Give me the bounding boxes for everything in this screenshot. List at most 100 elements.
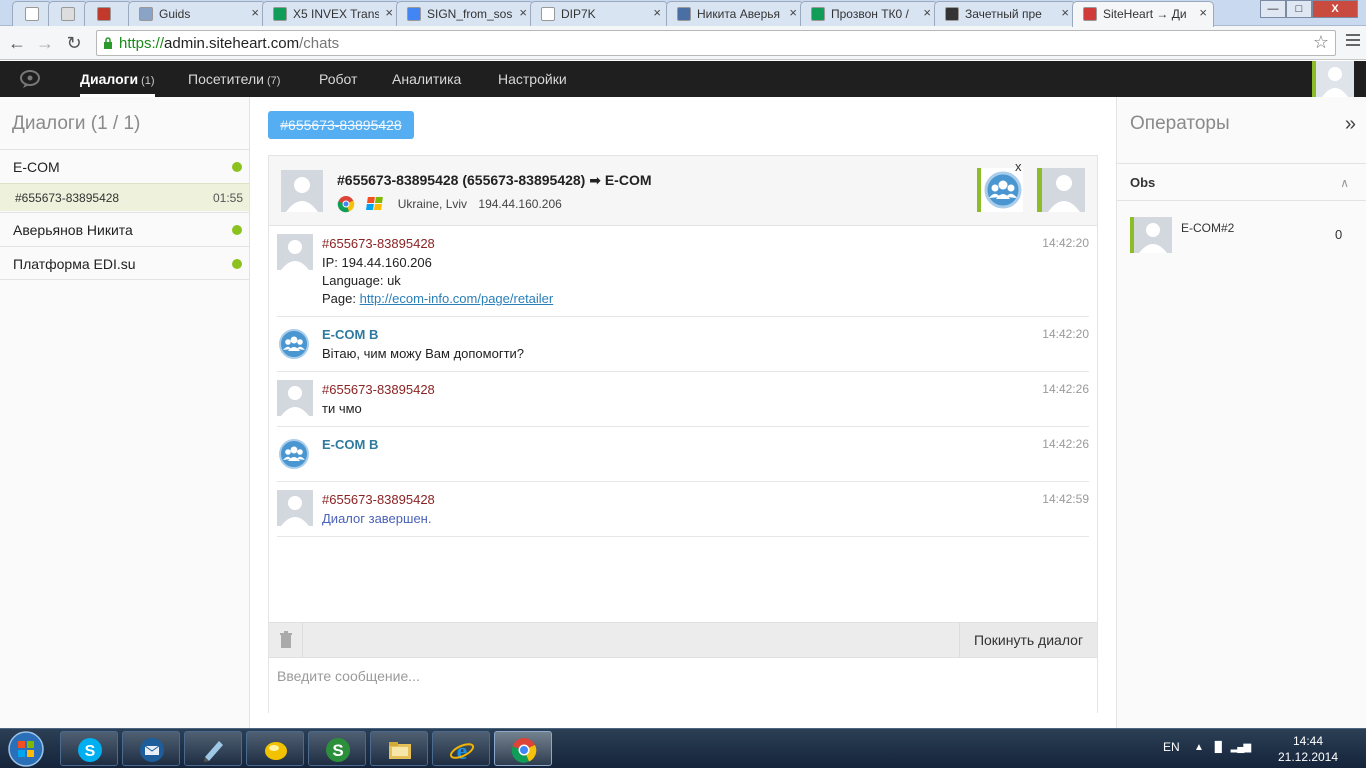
lock-icon	[104, 37, 112, 49]
explorer-icon	[389, 742, 411, 759]
close-tab-icon[interactable]: ×	[251, 6, 259, 20]
nav-dialogs[interactable]: Диалоги (1)	[80, 61, 155, 97]
trash-icon[interactable]	[269, 623, 303, 658]
dialog-duration: 01:55	[212, 191, 243, 205]
tab-title: Прозвон ТК0 /	[831, 7, 909, 21]
close-tab-icon[interactable]: ×	[1061, 6, 1069, 20]
nav-robot[interactable]: Робот	[319, 61, 357, 97]
maximize-window-button[interactable]: □	[1286, 0, 1312, 18]
keyboard-language[interactable]: EN	[1163, 740, 1180, 754]
browser-tab[interactable]: Guids ×	[128, 1, 266, 26]
reload-button[interactable]: ↻	[63, 32, 85, 54]
browser-tab[interactable]: SIGN_from_sos ×	[396, 1, 534, 26]
close-operator-x[interactable]: x	[1015, 159, 1022, 174]
minimize-window-button[interactable]: —	[1260, 0, 1286, 18]
message-body: IP: 194.44.160.206 Language: uk Page: ht…	[322, 254, 553, 308]
taskbar-skype[interactable]: S	[60, 731, 118, 766]
browser-tab[interactable]: Зачетный пре ×	[934, 1, 1076, 26]
browser-tab[interactable]: X5 INVEX Trans ×	[262, 1, 400, 26]
chrome-browser-icon	[337, 195, 355, 213]
user-avatar[interactable]	[1312, 61, 1354, 97]
tray-expand-icon[interactable]: ▲	[1194, 742, 1204, 753]
taskbar-notepad[interactable]	[184, 731, 242, 766]
browser-tab[interactable]: SiteHeart → Ди ×	[1072, 1, 1214, 27]
message-author: #655673-83895428	[322, 236, 435, 251]
close-window-button[interactable]: X	[1312, 0, 1358, 18]
dialog-id: #655673-83895428	[15, 191, 120, 205]
browser-tab[interactable]: Никита Аверья ×	[666, 1, 804, 26]
svg-text:S: S	[85, 743, 96, 760]
taskbar-thunderbird[interactable]	[122, 731, 180, 766]
message-body: ти чмо	[322, 401, 362, 416]
browser-tab[interactable]	[12, 1, 52, 26]
browser-tab[interactable]: Прозвон ТК0 / ×	[800, 1, 938, 26]
message-author: E-COM B	[322, 437, 379, 452]
taskbar-s-app[interactable]: S	[308, 731, 366, 766]
dialog-area: #655673-83895428 #655673-83895428 (65567…	[250, 97, 1116, 728]
bookmark-star-icon[interactable]: ☆	[1313, 32, 1329, 53]
message-time: 14:42:59	[1042, 492, 1089, 506]
taskbar-ie[interactable]: e	[432, 731, 490, 766]
sheets-icon	[811, 7, 825, 21]
message-line: Page: http://ecom-info.com/page/retailer	[322, 290, 553, 308]
operator-group-header[interactable]: Obs ∧	[1117, 163, 1366, 201]
tab-title: X5 INVEX Trans	[293, 7, 379, 21]
message-line: IP: 194.44.160.206	[322, 255, 432, 270]
nav-visitors[interactable]: Посетители (7)	[188, 61, 280, 97]
collapse-panel-icon[interactable]: »	[1345, 113, 1356, 136]
group-edi-platform[interactable]: Платформа EDI.su	[0, 246, 249, 280]
operators-panel: Операторы » Obs ∧ E-COM#2 0	[1116, 97, 1366, 728]
dialog-tab-button[interactable]: #655673-83895428	[268, 111, 414, 139]
tab-title: Зачетный пре	[965, 7, 1042, 21]
browser-tab[interactable]	[48, 1, 88, 26]
s-app-icon: S	[326, 738, 350, 762]
close-tab-icon[interactable]: ×	[923, 6, 931, 20]
operator-group-avatar	[977, 168, 1023, 212]
dialogs-panel-title: Диалоги (1 / 1)	[12, 113, 141, 134]
network-icon[interactable]: █	[1215, 742, 1222, 753]
taskbar-sun-app[interactable]	[246, 731, 304, 766]
close-tab-icon[interactable]: ×	[519, 6, 527, 20]
start-button[interactable]	[4, 730, 48, 768]
close-tab-icon[interactable]: ×	[789, 6, 797, 20]
close-tab-icon[interactable]: ×	[385, 6, 393, 20]
dialog-item-active[interactable]: #655673-83895428 01:55	[0, 183, 249, 211]
message-body: Вітаю, чим можу Вам допомогти?	[322, 346, 525, 361]
browser-tab[interactable]: DIP7K ×	[530, 1, 668, 26]
svg-text:S: S	[332, 741, 343, 760]
browser-tab[interactable]	[84, 1, 132, 26]
chevron-up-icon[interactable]: ∧	[1340, 164, 1349, 202]
group-averyanov[interactable]: Аверьянов Никита	[0, 212, 249, 246]
leave-dialog-button[interactable]: Покинуть диалог	[959, 623, 1097, 658]
close-tab-icon[interactable]: ×	[1199, 6, 1207, 20]
page-link[interactable]: http://ecom-info.com/page/retailer	[360, 291, 554, 306]
tab-title: SIGN_from_sos	[427, 7, 513, 21]
browser-tab-strip: Guids × X5 INVEX Trans × SIGN_from_sos × DIP7K…	[0, 0, 1366, 27]
group-label: Платформа EDI.su	[13, 256, 136, 272]
message-input[interactable]	[277, 668, 1077, 684]
taskbar-chrome[interactable]	[494, 731, 552, 766]
thunderbird-icon	[140, 738, 164, 762]
message-input-area[interactable]	[269, 657, 1097, 714]
forward-button[interactable]: →	[34, 32, 56, 54]
online-status-dot	[232, 162, 242, 172]
operator-group-avatar	[277, 327, 311, 361]
back-button[interactable]: ←	[6, 32, 28, 54]
chrome-menu-icon[interactable]	[1346, 34, 1360, 50]
system-tray[interactable]: ▲ █ ▂▄▆	[1194, 742, 1251, 753]
system-clock[interactable]: 14:44 21.12.2014	[1266, 733, 1350, 765]
nav-analytics[interactable]: Аналитика	[392, 61, 461, 97]
operator-dialog-count: 0	[1335, 227, 1343, 242]
visitor-location: Ukraine, Lviv	[397, 196, 468, 211]
nav-settings[interactable]: Настройки	[498, 61, 567, 97]
siteheart-logo-icon[interactable]	[20, 70, 40, 88]
signal-bars-icon[interactable]: ▂▄▆	[1231, 742, 1251, 753]
close-tab-icon[interactable]: ×	[653, 6, 661, 20]
siteheart-icon	[1083, 7, 1097, 21]
clock-date: 21.12.2014	[1277, 750, 1339, 764]
taskbar-explorer[interactable]	[370, 731, 428, 766]
group-e-com[interactable]: E-COM	[0, 149, 249, 183]
address-bar[interactable]: https://admin.siteheart.com/chats ☆	[96, 30, 1336, 56]
blank-page-icon	[25, 7, 39, 21]
windows-taskbar: S S e EN ▲ █ ▂▄▆ 14:44 21.12.2014	[0, 728, 1366, 768]
